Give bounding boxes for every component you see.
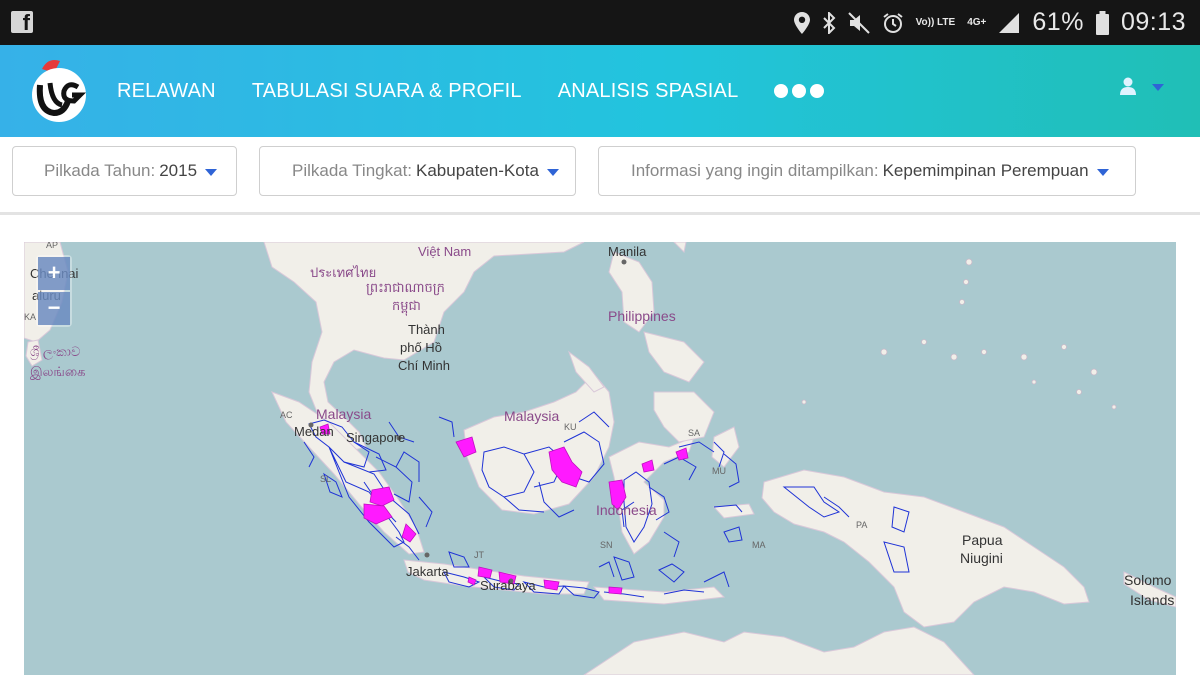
filter-informasi-dropdown[interactable]: Informasi yang ingin ditampilkan: Kepemi… [598, 146, 1136, 196]
map-label-ap: AP [46, 242, 59, 250]
filter-value: Kabupaten-Kota [416, 161, 539, 180]
map-label-pa: PA [856, 520, 868, 530]
facebook-icon: f [11, 10, 33, 35]
map-label-papua: Papua [962, 532, 1003, 548]
user-icon [1120, 77, 1136, 95]
map-label-jt: JT [474, 550, 484, 560]
land-borneo [463, 373, 615, 515]
filter-value: 2015 [159, 161, 198, 180]
battery-icon [1095, 10, 1109, 35]
filter-value: Kepemimpinan Perempuan [882, 161, 1089, 180]
main-nav: RELAWAN TABULASI SUARA & PROFIL ANALISIS… [117, 45, 825, 137]
map-label-malaysia-east: Malaysia [504, 408, 560, 424]
filter-label: Pilkada Tahun: [44, 161, 156, 180]
land-visayas [643, 331, 705, 383]
map-label-ka: KA [24, 312, 37, 322]
map-label-cambodia-1: ព្រះរាជាណាចក្រ [366, 280, 445, 295]
filter-bar: Pilkada Tahun: 2015 Pilkada Tingkat: Kab… [0, 137, 1200, 215]
zoom-out-button[interactable]: − [38, 292, 70, 325]
nav-analisis-spasial[interactable]: ANALISIS SPASIAL [558, 80, 739, 103]
map-label-singapore: Singapore [346, 430, 406, 445]
map-label-jakarta: Jakarta [406, 564, 449, 579]
map-label-solomon: Solomo [1124, 572, 1172, 588]
map-label-sn: SN [600, 540, 613, 550]
map-label-malaysia-west: Malaysia [316, 406, 372, 422]
mute-icon [847, 11, 870, 34]
bluetooth-icon [822, 11, 835, 34]
filter-label: Pilkada Tingkat: [292, 161, 413, 180]
land-mindanao [653, 391, 715, 443]
map-label-islands: Islands [1130, 592, 1175, 608]
signal-icon [999, 12, 1020, 33]
user-menu[interactable] [1120, 77, 1164, 95]
zoom-control: + − [36, 255, 72, 327]
map-label-srilanka-si: ශ්‍රී ලංකාව [30, 344, 81, 359]
map-label-srilanka-ta: இலங்கை [30, 364, 86, 379]
nav-relawan[interactable]: RELAWAN [117, 80, 216, 103]
map-label-indonesia: Indonesia [596, 502, 657, 518]
status-bar: f Vo)) LTE 4G+ 61% 09:13 [0, 0, 1200, 45]
clock: 09:13 [1120, 8, 1186, 36]
map-label-cambodia-2: កម្ពុជា [392, 298, 421, 313]
status-icons: Vo)) LTE 4G+ 61% 09:13 [793, 0, 1186, 45]
map-label-philippines: Philippines [608, 308, 676, 324]
land-australia [583, 626, 975, 675]
alarm-icon [882, 12, 903, 33]
zoom-in-button[interactable]: + [38, 257, 70, 290]
map-label-hcm-1: Thành [408, 322, 445, 337]
map-label-sl: SL [320, 474, 332, 484]
map-label-niugini: Niugini [960, 550, 1003, 566]
chevron-down-icon [1096, 169, 1109, 176]
map-label-ac: AC [280, 410, 293, 420]
map-label-ma: MA [752, 540, 766, 550]
volte-icon: Vo)) LTE [915, 17, 956, 28]
filter-label: Informasi yang ingin ditampilkan: [631, 161, 879, 180]
map-label-surabaya: Surabaya [480, 578, 536, 593]
location-icon [793, 11, 810, 34]
map-label-medan: Medan [294, 424, 334, 439]
map-label-manila: Manila [608, 244, 647, 259]
wg-logo[interactable] [28, 55, 90, 125]
map-label-mu: MU [712, 466, 726, 476]
filter-tingkat-dropdown[interactable]: Pilkada Tingkat: Kabupaten-Kota [259, 146, 576, 196]
map-label-sa: SA [688, 428, 701, 438]
filter-tahun-dropdown[interactable]: Pilkada Tahun: 2015 [12, 146, 237, 196]
network-4g-icon: 4G+ [967, 17, 987, 28]
land-new-guinea [761, 469, 1090, 628]
map-label-ku: KU [564, 422, 577, 432]
map-view[interactable]: Chennai aluru AP KA ශ්‍රී ලංකාව இலங்கை ป… [24, 242, 1176, 675]
map-canvas[interactable] [24, 242, 1176, 675]
chevron-down-icon [546, 169, 559, 176]
nav-tabulasi-suara-profil[interactable]: TABULASI SUARA & PROFIL [252, 80, 522, 103]
chevron-down-icon [205, 169, 218, 176]
chevron-down-icon [1152, 84, 1164, 91]
battery-percent: 61% [1032, 8, 1084, 36]
app-header: RELAWAN TABULASI SUARA & PROFIL ANALISIS… [0, 45, 1200, 137]
land-halmahera [711, 426, 740, 468]
map-label-hcm-2: phố Hồ [400, 340, 442, 355]
more-dots-icon[interactable] [774, 84, 825, 98]
map-label-vietnam: Việt Nam [418, 244, 472, 259]
map-label-hcm-3: Chí Minh [398, 358, 451, 373]
